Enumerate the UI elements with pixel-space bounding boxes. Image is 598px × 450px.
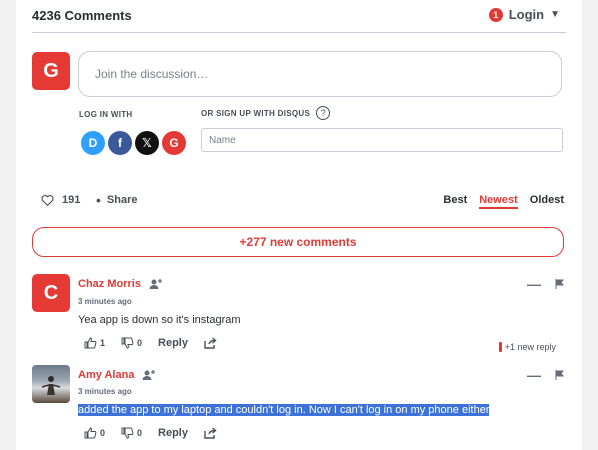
- new-reply-marker: [498, 342, 502, 352]
- follow-user-icon[interactable]: [142, 369, 156, 381]
- comment-author[interactable]: Amy Alana: [78, 369, 134, 381]
- help-icon[interactable]: ?: [316, 106, 331, 120]
- share-icon[interactable]: [204, 427, 217, 439]
- flag-icon[interactable]: [555, 370, 564, 380]
- thumbs-down-icon[interactable]: [121, 337, 134, 349]
- social-login-buttons: D f 𝕏 G: [81, 131, 186, 155]
- sort-oldest[interactable]: Oldest: [530, 194, 564, 209]
- downvote-count: 0: [137, 428, 143, 438]
- new-reply-indicator[interactable]: +1 new reply: [498, 342, 556, 352]
- new-reply-label[interactable]: +1 new reply: [505, 342, 556, 352]
- login-label[interactable]: Login: [509, 7, 544, 22]
- flag-icon[interactable]: [555, 279, 564, 289]
- upvote-button[interactable]: 1: [84, 337, 105, 349]
- thumbs-down-icon[interactable]: [121, 427, 134, 439]
- reply-button[interactable]: Reply: [158, 427, 188, 439]
- commenter-avatar[interactable]: [32, 365, 70, 403]
- comments-panel: 4236 Comments 1 Login ▼ G Join the discu…: [16, 0, 582, 450]
- header-divider: [32, 32, 566, 33]
- comment-author[interactable]: Chaz Morris: [78, 278, 141, 290]
- collapse-icon[interactable]: —: [527, 367, 541, 383]
- share-label[interactable]: Share: [107, 194, 138, 206]
- sort-newest[interactable]: Newest: [479, 194, 518, 209]
- login-with-label: LOG IN WITH: [79, 110, 133, 119]
- avatar-photo: [41, 376, 61, 395]
- downvote-count: 0: [137, 338, 143, 348]
- facebook-login-button[interactable]: f: [108, 131, 132, 155]
- comment-text: added the app to my laptop and couldn't …: [78, 404, 490, 416]
- commenter-avatar[interactable]: C: [32, 274, 70, 312]
- heart-icon[interactable]: [41, 194, 54, 206]
- upvote-button[interactable]: 0: [84, 427, 105, 439]
- join-discussion-input[interactable]: Join the discussion…: [78, 51, 562, 97]
- downvote-button[interactable]: 0: [121, 427, 142, 439]
- comment-time[interactable]: 3 minutes ago: [78, 387, 132, 396]
- comment-count: 4236 Comments: [32, 8, 132, 23]
- signup-label: OR SIGN UP WITH DISQUS: [201, 108, 311, 118]
- google-login-button[interactable]: G: [162, 131, 186, 155]
- favorites-count: 191: [62, 194, 81, 206]
- share-icon[interactable]: [204, 337, 217, 349]
- thumbs-up-icon[interactable]: [84, 427, 97, 439]
- downvote-button[interactable]: 0: [121, 337, 142, 349]
- comment-time[interactable]: 3 minutes ago: [78, 297, 132, 306]
- signup-row: OR SIGN UP WITH DISQUS ?: [201, 106, 331, 120]
- upvote-count: 1: [100, 338, 106, 348]
- disqus-login-button[interactable]: D: [81, 131, 105, 155]
- comment-controls: —: [527, 367, 564, 383]
- user-avatar: G: [32, 52, 70, 90]
- comment-actions: 1 0 Reply: [84, 337, 217, 349]
- follow-user-icon[interactable]: [149, 278, 163, 290]
- upvote-count: 0: [100, 428, 106, 438]
- comment-actions: 0 0 Reply: [84, 427, 217, 439]
- favorite-action[interactable]: 191: [41, 194, 80, 206]
- name-field[interactable]: Name: [201, 128, 563, 152]
- notification-badge[interactable]: 1: [488, 7, 503, 22]
- comment-meta: Chaz Morris: [78, 278, 163, 290]
- sort-best[interactable]: Best: [443, 194, 467, 209]
- login-menu[interactable]: 1 Login ▼: [488, 7, 560, 22]
- collapse-icon[interactable]: —: [527, 276, 541, 292]
- thumbs-up-icon[interactable]: [84, 337, 97, 349]
- caret-down-icon[interactable]: ▼: [550, 9, 560, 20]
- x-login-button[interactable]: 𝕏: [135, 131, 159, 155]
- comment-controls: —: [527, 276, 564, 292]
- comment-meta: Amy Alana: [78, 369, 156, 381]
- share-action[interactable]: • Share: [96, 192, 138, 208]
- bullet-icon: •: [96, 192, 101, 208]
- sort-tabs: Best Newest Oldest: [443, 194, 564, 209]
- comment-text: Yea app is down so it's instagram: [78, 314, 241, 326]
- new-comments-button[interactable]: +277 new comments: [32, 227, 564, 257]
- reply-button[interactable]: Reply: [158, 337, 188, 349]
